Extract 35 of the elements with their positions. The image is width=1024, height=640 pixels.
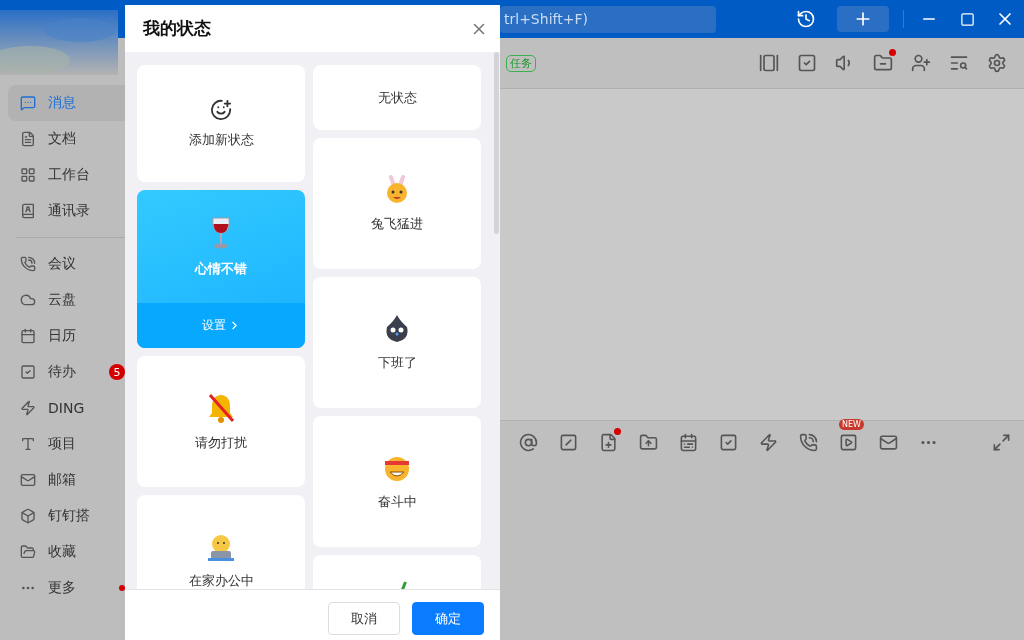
- status-card[interactable]: 奋斗中: [313, 416, 481, 547]
- sidebar-item[interactable]: 云盘: [8, 282, 125, 318]
- status-label: 添加新状态: [188, 130, 254, 149]
- status-card[interactable]: 无状态: [313, 65, 481, 130]
- sidebar-item[interactable]: 工作台: [8, 157, 125, 193]
- cancel-button[interactable]: 取消: [328, 602, 400, 635]
- confirm-button[interactable]: 确定: [412, 602, 484, 635]
- status-card[interactable]: 下班了: [313, 277, 481, 408]
- status-label: 下班了: [377, 353, 417, 372]
- sidebar-item[interactable]: 通讯录: [8, 193, 125, 229]
- status-card[interactable]: 在家办公中: [137, 495, 305, 589]
- status-label: 无状态: [377, 88, 417, 107]
- new-badge: NEW: [839, 419, 864, 430]
- status-label: 请勿打扰: [195, 433, 247, 452]
- status-label: 心情不错: [195, 259, 247, 278]
- sidebar-item[interactable]: 项目: [8, 426, 125, 462]
- status-label: 在家办公中: [188, 571, 254, 589]
- status-card[interactable]: 兔飞猛进: [313, 138, 481, 269]
- sidebar-item[interactable]: 日历: [8, 318, 125, 354]
- dialog-title: 我的状态: [143, 17, 211, 40]
- count-badge: 5: [109, 364, 125, 380]
- search-field[interactable]: trl+Shift+F): [500, 5, 716, 33]
- sidebar-item[interactable]: 会议: [8, 246, 125, 282]
- task-tag: 任务: [506, 54, 536, 72]
- sidebar-item[interactable]: DING: [8, 390, 125, 426]
- status-label: 兔飞猛进: [371, 214, 423, 233]
- status-card[interactable]: 请勿打扰: [137, 356, 305, 487]
- sidebar-item[interactable]: 钉钉搭: [8, 498, 125, 534]
- sidebar-item[interactable]: 文档: [8, 121, 125, 157]
- sidebar-item[interactable]: 收藏: [8, 534, 125, 570]
- status-label: 奋斗中: [377, 492, 417, 511]
- sidebar-item[interactable]: 更多: [8, 570, 125, 606]
- sidebar-item[interactable]: 邮箱: [8, 462, 125, 498]
- sidebar-item[interactable]: 待办 5: [8, 354, 125, 390]
- status-card[interactable]: 添加新状态: [137, 65, 305, 182]
